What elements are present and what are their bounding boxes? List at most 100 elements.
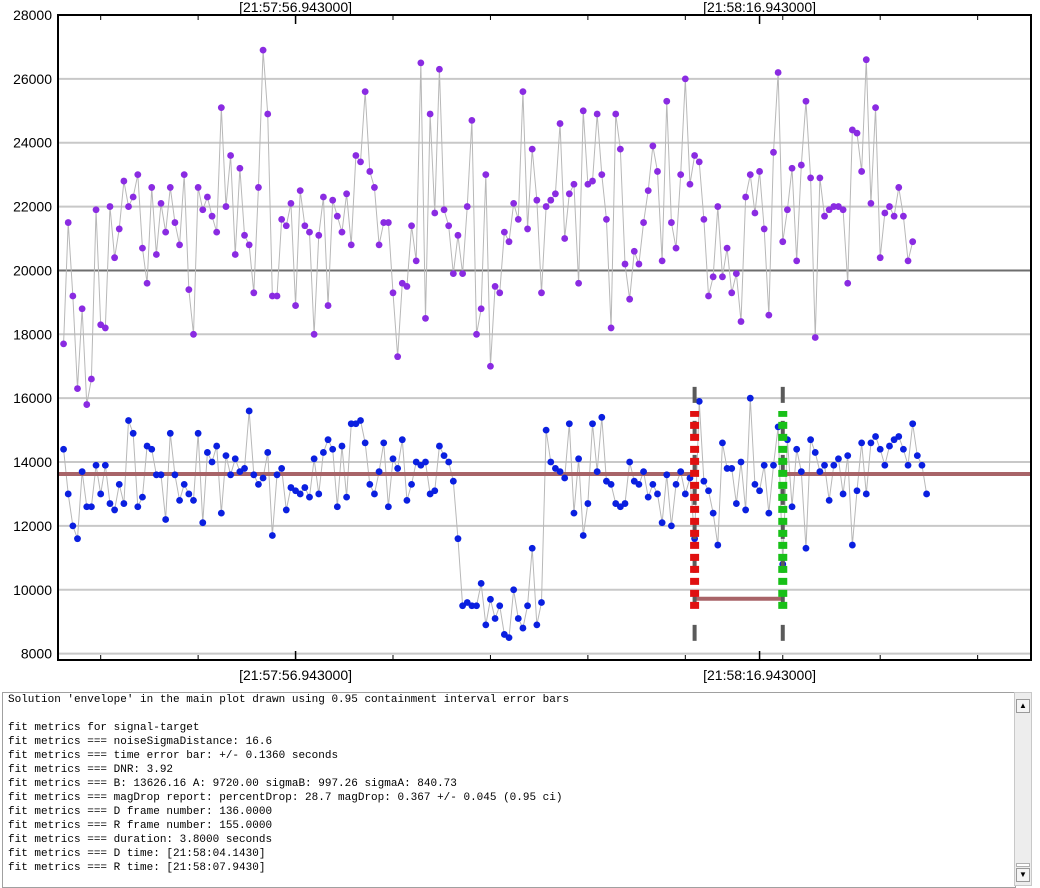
series-1-point	[589, 420, 596, 428]
series-0-point	[171, 219, 179, 226]
series-0-point	[774, 69, 782, 76]
series-0-point	[575, 279, 583, 287]
series-0-point	[746, 171, 754, 179]
series-0-point	[635, 260, 643, 268]
series-0-point	[74, 385, 81, 392]
series-1-point	[389, 455, 397, 463]
series-1-point	[380, 439, 388, 447]
series-0-point	[630, 247, 638, 255]
series-0-point	[872, 104, 879, 111]
series-0-point	[524, 225, 531, 233]
series-1-point	[162, 516, 170, 523]
series-1-point	[384, 503, 392, 511]
series-0-point	[143, 279, 151, 287]
series-1-point	[556, 468, 564, 476]
series-0-point	[352, 152, 360, 159]
series-1-point	[728, 465, 736, 472]
series-0-point	[765, 311, 773, 319]
series-1-point	[310, 455, 318, 463]
series-0-point	[273, 292, 281, 300]
log-line: Solution 'envelope' in the main plot dra…	[8, 694, 570, 706]
series-0-point	[69, 292, 77, 300]
series-1-point	[677, 468, 685, 476]
series-0-point	[412, 257, 420, 265]
series-1-point	[282, 506, 290, 514]
series-0-point	[496, 289, 504, 297]
series-1-point	[538, 599, 545, 606]
series-1-point	[635, 480, 643, 488]
series-0-point	[389, 289, 397, 297]
series-0-point	[426, 110, 434, 118]
series-1-point	[900, 445, 907, 453]
series-1-point	[60, 445, 67, 453]
series-0-point	[788, 164, 796, 172]
series-0-point	[802, 97, 810, 105]
series-0-point	[134, 171, 142, 179]
series-0-point	[779, 238, 787, 246]
series-1-point	[259, 474, 267, 482]
series-0-point	[909, 238, 917, 246]
series-0-point	[217, 104, 225, 111]
series-1-point	[408, 480, 415, 488]
log-line: fit metrics === magDrop report: percentD…	[8, 792, 563, 804]
fit-metrics-log[interactable]: Solution 'envelope' in the main plot dra…	[2, 692, 1016, 888]
series-1-point	[496, 602, 504, 610]
series-1-point	[190, 496, 197, 504]
series-0-point	[626, 295, 634, 303]
series-1-point	[324, 436, 332, 444]
series-0-point	[793, 257, 801, 265]
series-1-point	[797, 468, 805, 476]
series-0-point	[329, 196, 337, 204]
series-1-point	[811, 449, 819, 456]
series-1-point	[528, 544, 536, 552]
y-tick-label: 8000	[21, 646, 52, 662]
series-1-point	[570, 509, 578, 517]
series-1-point	[403, 496, 411, 504]
series-0-point	[83, 401, 91, 408]
chart-svg[interactable]: 8000 10000 12000 14000 16000 18000 20000 22000 2…	[0, 0, 1040, 686]
series-1-point	[74, 535, 81, 543]
series-1-point	[705, 487, 712, 495]
series-1-point	[909, 420, 917, 428]
scrollbar-thumb[interactable]	[1016, 863, 1030, 867]
log-scrollbar[interactable]: ▲ ▼	[1014, 692, 1032, 886]
series-0-point	[125, 203, 132, 210]
series-0-point	[561, 235, 569, 242]
series-0-point	[695, 158, 703, 166]
series-1-point	[217, 509, 225, 517]
series-0-point	[547, 196, 555, 204]
series-0-point	[473, 330, 480, 338]
series-0-point	[204, 193, 211, 201]
series-0-point	[728, 289, 736, 297]
series-0-point	[867, 199, 875, 207]
series-1-point	[505, 634, 513, 642]
series-1-point	[668, 522, 675, 530]
light-curve-plot[interactable]: 8000 10000 12000 14000 16000 18000 20000 22000 2…	[0, 0, 1040, 686]
series-0-point	[236, 164, 244, 172]
series-0-point	[436, 65, 443, 73]
series-0-point	[208, 212, 216, 220]
series-1-point	[111, 506, 119, 514]
y-tick-label: 28000	[13, 7, 52, 23]
series-1-point	[626, 458, 634, 466]
series-0-point	[310, 330, 318, 338]
series-0-point	[895, 184, 903, 191]
series-1-point	[366, 480, 374, 488]
series-0-point	[166, 184, 174, 191]
series-1-point	[607, 480, 615, 488]
arrow-down-icon[interactable]: ▼	[1016, 868, 1030, 882]
series-0-point	[454, 231, 462, 239]
log-lines: Solution 'envelope' in the main plot dra…	[3, 693, 1015, 875]
series-0-point	[306, 228, 313, 236]
series-1-point	[621, 500, 629, 507]
series-1-point	[770, 461, 777, 469]
series-1-point	[858, 439, 866, 447]
series-0-point	[384, 219, 392, 226]
series-1-point	[672, 480, 680, 488]
log-line: fit metrics === time error bar: +/- 0.13…	[8, 750, 339, 762]
series-1-point	[700, 477, 708, 485]
series-1-point	[793, 445, 801, 453]
arrow-up-icon[interactable]: ▲	[1016, 699, 1030, 713]
series-0-point	[751, 209, 759, 217]
series-1-point	[732, 500, 740, 507]
